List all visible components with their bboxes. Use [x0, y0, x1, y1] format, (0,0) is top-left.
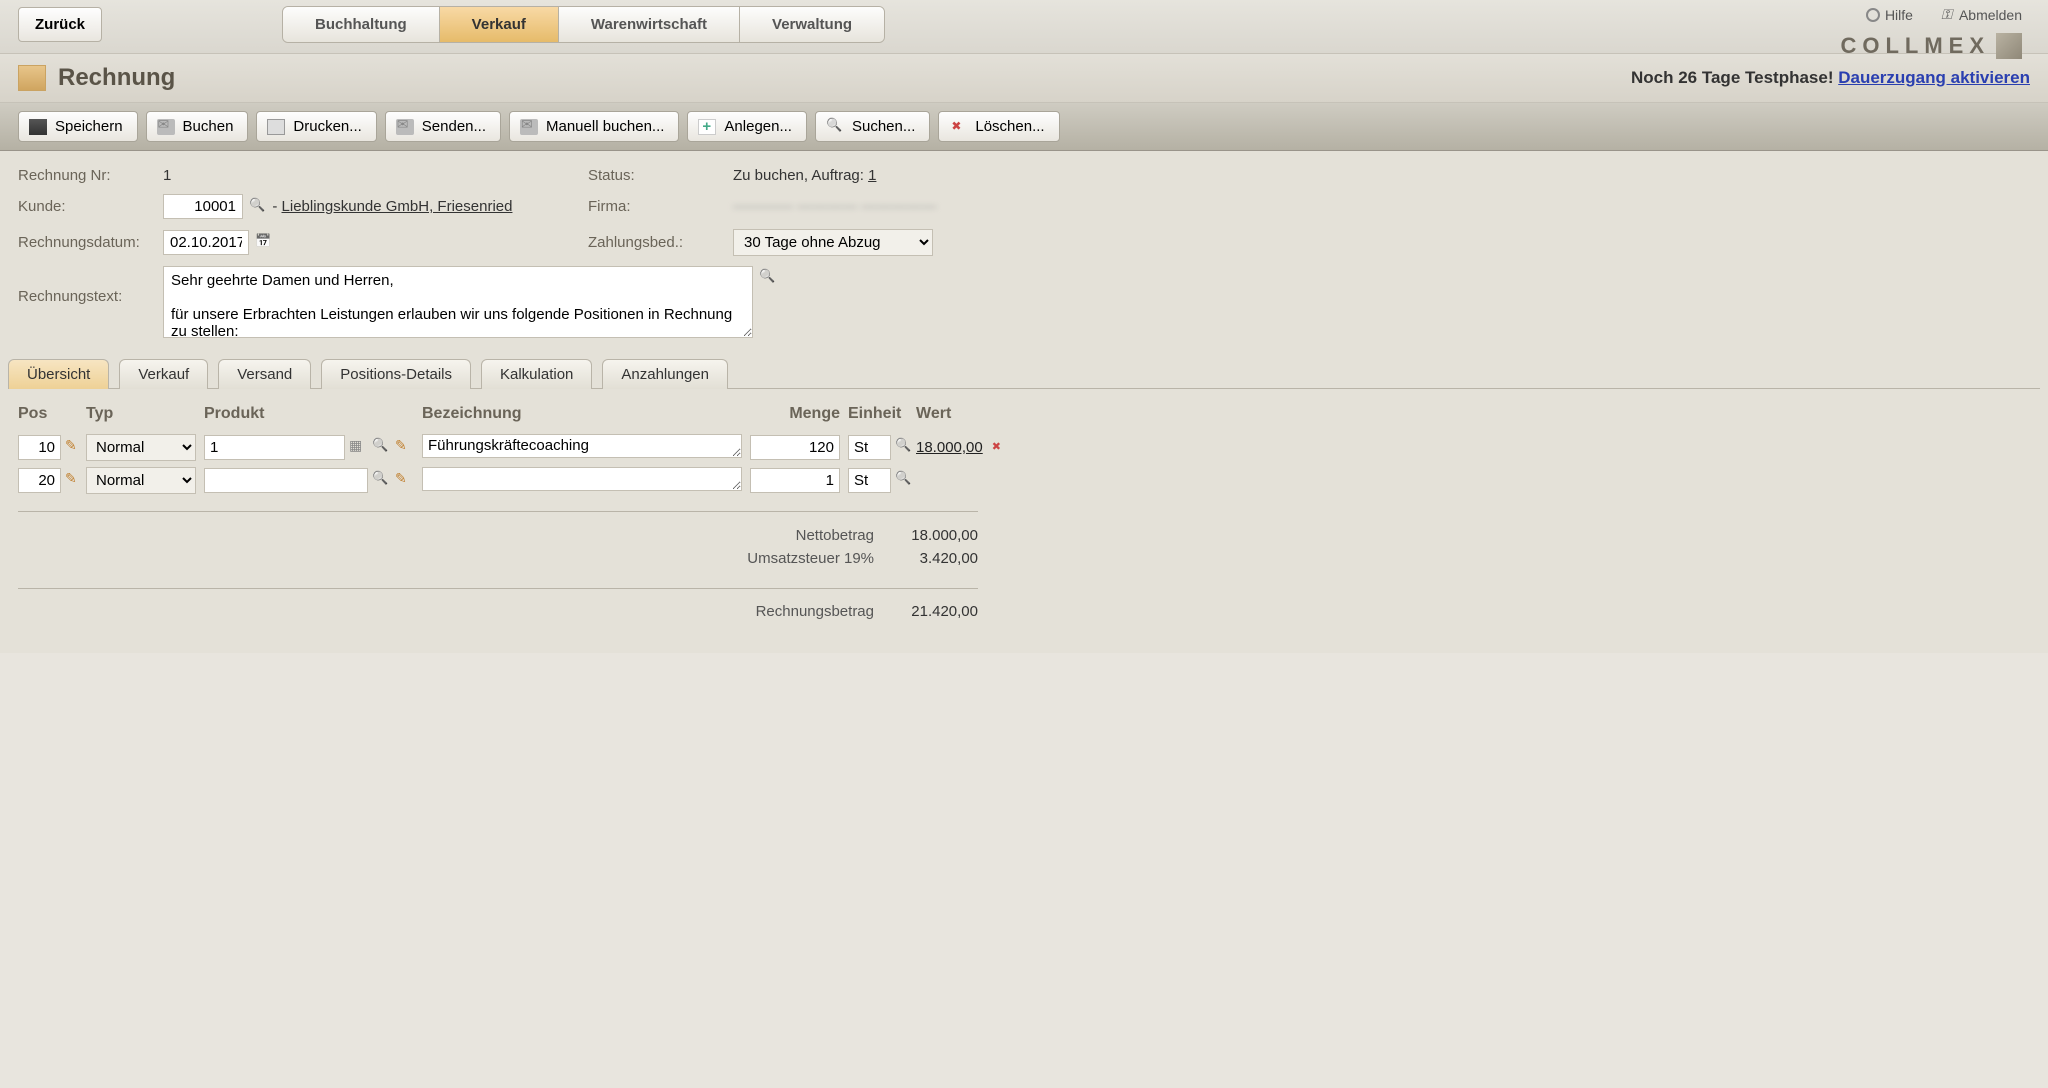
sum-value: 21.420,00 — [888, 603, 978, 620]
qty-input[interactable] — [750, 468, 840, 493]
ust-label: Umsatzsteuer 19% — [747, 550, 874, 567]
product-input[interactable] — [204, 435, 345, 460]
firma-value: ———— ———— ————— — [733, 198, 936, 215]
value-link[interactable]: 18.000,00 — [916, 439, 983, 456]
print-button[interactable]: Drucken... — [256, 111, 376, 142]
help-icon — [1866, 8, 1880, 22]
action-toolbar: Speichern Buchen Drucken... Senden... Ma… — [0, 103, 2048, 151]
magnify-icon[interactable] — [759, 270, 776, 287]
envelope-icon — [157, 119, 175, 135]
subtab-kalkulation[interactable]: Kalkulation — [481, 359, 592, 389]
subtab-positions-details[interactable]: Positions-Details — [321, 359, 471, 389]
tab-warenwirtschaft[interactable]: Warenwirtschaft — [559, 7, 740, 42]
magnify-icon[interactable] — [372, 439, 389, 456]
description-input[interactable] — [422, 434, 742, 458]
tab-buchhaltung[interactable]: Buchhaltung — [283, 7, 440, 42]
field-firma: Firma: ———— ———— ————— — [588, 194, 1188, 219]
pos-input[interactable] — [18, 468, 61, 493]
qty-input[interactable] — [750, 435, 840, 460]
sum-label: Rechnungsbetrag — [756, 603, 874, 620]
subtab-versand[interactable]: Versand — [218, 359, 311, 389]
subtab-row: Übersicht Verkauf Versand Positions-Deta… — [0, 358, 2048, 389]
date-input[interactable] — [163, 230, 249, 255]
netto-value: 18.000,00 — [888, 527, 978, 544]
subtab-uebersicht[interactable]: Übersicht — [8, 359, 109, 389]
magnify-icon[interactable] — [895, 472, 906, 489]
title-bar: Rechnung Noch 26 Tage Testphase! Dauerzu… — [0, 54, 2048, 103]
new-doc-icon — [698, 119, 716, 135]
brand-logo: COLLMEX — [1840, 33, 2022, 59]
pencil-icon[interactable] — [65, 472, 76, 489]
trial-message: Noch 26 Tage Testphase! Dauerzugang akti… — [1631, 68, 2030, 88]
card-icon[interactable] — [349, 439, 366, 456]
magnify-icon[interactable] — [372, 472, 389, 489]
logout-link[interactable]: Abmelden — [1933, 6, 2022, 23]
main-nav-tabs: Buchhaltung Verkauf Warenwirtschaft Verw… — [282, 6, 885, 43]
netto-label: Nettobetrag — [796, 527, 874, 544]
description-input[interactable] — [422, 467, 742, 491]
tab-verkauf[interactable]: Verkauf — [440, 7, 559, 42]
pencil-icon[interactable] — [65, 439, 76, 456]
printer-icon — [267, 119, 285, 135]
field-customer: Kunde: - Lieblingskunde GmbH, Friesenrie… — [18, 194, 578, 219]
payment-terms-select[interactable]: 30 Tage ohne Abzug — [733, 229, 933, 256]
order-link[interactable]: 1 — [868, 167, 876, 184]
field-invoice-text: Rechnungstext: — [18, 266, 1188, 338]
invoice-form: Rechnung Nr: 1 Status: Zu buchen, Auftra… — [0, 151, 2048, 358]
type-select[interactable]: Normal — [86, 434, 196, 461]
envelope-icon — [520, 119, 538, 135]
field-date: Rechnungsdatum: — [18, 229, 578, 256]
key-icon — [1935, 6, 1952, 23]
grid-row: Normal 18.000,00 — [18, 431, 2030, 464]
field-invoice-nr: Rechnung Nr: 1 — [18, 167, 578, 184]
calendar-icon[interactable] — [255, 235, 272, 252]
book-button[interactable]: Buchen — [146, 111, 249, 142]
magnify-icon[interactable] — [895, 439, 906, 456]
new-button[interactable]: Anlegen... — [687, 111, 807, 142]
magnify-icon[interactable] — [249, 199, 266, 216]
subtab-verkauf[interactable]: Verkauf — [119, 359, 208, 389]
back-button[interactable]: Zurück — [18, 7, 102, 42]
unit-input[interactable] — [848, 435, 891, 460]
magnify-icon — [826, 119, 844, 135]
delete-button[interactable]: Löschen... — [938, 111, 1059, 142]
send-button[interactable]: Senden... — [385, 111, 501, 142]
unit-input[interactable] — [848, 468, 891, 493]
pencil-icon[interactable] — [395, 439, 412, 456]
top-bar: Zurück Buchhaltung Verkauf Warenwirtscha… — [0, 0, 2048, 54]
customer-link[interactable]: Lieblingskunde GmbH, Friesenried — [282, 198, 513, 215]
pos-input[interactable] — [18, 435, 61, 460]
type-select[interactable]: Normal — [86, 467, 196, 494]
save-button[interactable]: Speichern — [18, 111, 138, 142]
grid-row: Normal — [18, 464, 2030, 497]
brand-square-icon — [1996, 33, 2022, 59]
page-title: Rechnung — [58, 64, 175, 92]
grid-header: Pos Typ Produkt Bezeichnung Menge Einhei… — [18, 399, 2030, 431]
field-status: Status: Zu buchen, Auftrag: 1 — [588, 167, 1188, 184]
totals-block: Nettobetrag 18.000,00 Umsatzsteuer 19% 3.4… — [18, 511, 978, 623]
help-link[interactable]: Hilfe — [1866, 7, 1913, 23]
field-payment-terms: Zahlungsbed.: 30 Tage ohne Abzug — [588, 229, 1188, 256]
invoice-icon — [18, 65, 46, 91]
save-icon — [29, 119, 47, 135]
subtab-anzahlungen[interactable]: Anzahlungen — [602, 359, 728, 389]
invoice-text-textarea[interactable] — [163, 266, 753, 338]
search-button[interactable]: Suchen... — [815, 111, 930, 142]
invoice-nr-value: 1 — [163, 167, 171, 184]
manual-book-button[interactable]: Manuell buchen... — [509, 111, 679, 142]
tab-verwaltung[interactable]: Verwaltung — [740, 7, 884, 42]
positions-grid: Pos Typ Produkt Bezeichnung Menge Einhei… — [0, 389, 2048, 653]
trial-activate-link[interactable]: Dauerzugang aktivieren — [1838, 68, 2030, 87]
product-input[interactable] — [204, 468, 368, 493]
delete-icon — [949, 119, 967, 135]
customer-nr-input[interactable] — [163, 194, 243, 219]
pencil-icon[interactable] — [395, 472, 412, 489]
envelope-icon — [396, 119, 414, 135]
ust-value: 3.420,00 — [888, 550, 978, 567]
delete-row-icon[interactable] — [991, 439, 1008, 456]
